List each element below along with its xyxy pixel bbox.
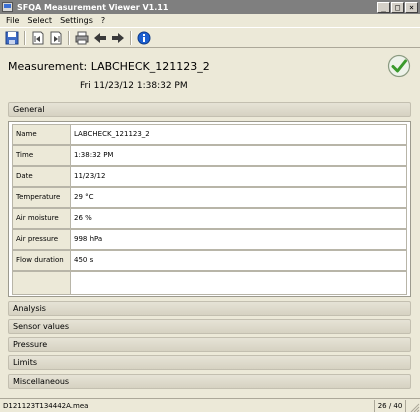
menu-select[interactable]: Select: [23, 16, 56, 25]
menu-file[interactable]: File: [2, 16, 23, 25]
save-button[interactable]: [4, 30, 20, 46]
section-analysis[interactable]: Analysis: [8, 301, 411, 316]
print-icon: [75, 31, 89, 44]
table-row: Flow duration 450 s: [12, 250, 407, 271]
table-row: Name LABCHECK_121123_2: [12, 124, 407, 145]
row-value-empty: [71, 272, 406, 294]
info-button[interactable]: [136, 30, 152, 46]
row-label: Air pressure: [13, 230, 71, 249]
resize-grip-icon[interactable]: [406, 400, 420, 412]
arrow-right-icon: [112, 32, 124, 43]
row-label: Name: [13, 125, 71, 144]
row-label: Time: [13, 146, 71, 165]
row-label: Air moisture: [13, 209, 71, 228]
app-icon: [2, 2, 13, 12]
save-icon: [5, 31, 19, 44]
row-value: 26 %: [71, 209, 406, 228]
section-miscellaneous[interactable]: Miscellaneous: [8, 374, 411, 389]
status-record-count: 26 / 40: [374, 399, 406, 412]
last-page-button[interactable]: [48, 30, 64, 46]
table-row: Date 11/23/12: [12, 166, 407, 187]
row-label: Date: [13, 167, 71, 186]
table-row: Temperature 29 °C: [12, 187, 407, 208]
title-bar: SFQA Measurement Viewer V1.11 _ □ ×: [0, 0, 420, 14]
row-value: 450 s: [71, 251, 406, 270]
measurement-datetime: Fri 11/23/12 1:38:32 PM: [80, 81, 188, 91]
table-row: Air pressure 998 hPa: [12, 229, 407, 250]
measurement-title: Measurement: LABCHECK_121123_2: [8, 60, 210, 73]
row-value: 1:38:32 PM: [71, 146, 406, 165]
row-label: Temperature: [13, 188, 71, 207]
arrow-left-icon: [94, 32, 106, 43]
toolbar-separator: [130, 30, 132, 45]
table-row: Air moisture 26 %: [12, 208, 407, 229]
table-row: Time 1:38:32 PM: [12, 145, 407, 166]
row-label-empty: [13, 272, 71, 294]
minimize-button[interactable]: _: [377, 1, 390, 13]
row-label: Flow duration: [13, 251, 71, 270]
row-value: 11/23/12: [71, 167, 406, 186]
section-sensor-values[interactable]: Sensor values: [8, 319, 411, 334]
next-button[interactable]: [110, 30, 126, 46]
menu-help[interactable]: ?: [97, 16, 109, 25]
section-general[interactable]: General: [8, 102, 411, 117]
window-title: SFQA Measurement Viewer V1.11: [17, 2, 169, 12]
status-bar: D121123T134442A.mea 26 / 40: [0, 398, 420, 412]
toolbar-separator: [68, 30, 70, 45]
section-pressure[interactable]: Pressure: [8, 337, 411, 352]
check-circle-icon: [387, 54, 411, 78]
table-row-empty: [12, 271, 407, 295]
menu-settings[interactable]: Settings: [56, 16, 97, 25]
row-value: 998 hPa: [71, 230, 406, 249]
page-first-icon: [32, 31, 44, 44]
info-icon: [137, 31, 151, 44]
row-value: LABCHECK_121123_2: [71, 125, 406, 144]
page-last-icon: [50, 31, 62, 44]
main-panel: Measurement: LABCHECK_121123_2 Fri 11/23…: [0, 48, 420, 398]
general-details-table: Name LABCHECK_121123_2 Time 1:38:32 PM D…: [8, 121, 411, 297]
toolbar: [0, 27, 420, 48]
print-button[interactable]: [74, 30, 90, 46]
first-page-button[interactable]: [30, 30, 46, 46]
menu-bar: File Select Settings ?: [0, 14, 420, 27]
row-value: 29 °C: [71, 188, 406, 207]
toolbar-separator: [24, 30, 26, 45]
close-button[interactable]: ×: [405, 1, 418, 13]
maximize-button[interactable]: □: [391, 1, 404, 13]
previous-button[interactable]: [92, 30, 108, 46]
status-filename: D121123T134442A.mea: [3, 401, 89, 410]
section-limits[interactable]: Limits: [8, 355, 411, 370]
